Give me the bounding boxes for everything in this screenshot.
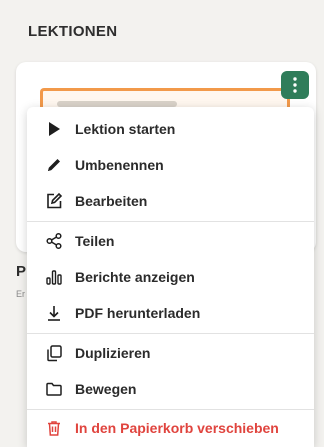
share-icon — [45, 232, 63, 250]
menu-item-move[interactable]: Bewegen — [27, 371, 314, 407]
trash-icon — [45, 419, 63, 437]
background-card-title: P — [16, 263, 27, 280]
menu-item-label: Umbenennen — [75, 157, 164, 173]
menu-divider — [27, 333, 314, 334]
menu-divider — [27, 221, 314, 222]
bar-chart-icon — [45, 268, 63, 286]
menu-item-label: Bewegen — [75, 381, 137, 397]
kebab-icon — [293, 77, 297, 93]
play-icon — [45, 120, 63, 138]
menu-item-view-reports[interactable]: Berichte anzeigen — [27, 259, 314, 295]
context-menu: Lektion starten Umbenennen Bearbeiten Te… — [27, 107, 314, 447]
menu-item-start-lesson[interactable]: Lektion starten — [27, 111, 314, 147]
pencil-icon — [45, 156, 63, 174]
menu-item-label: Bearbeiten — [75, 193, 148, 209]
menu-item-label: Teilen — [75, 233, 115, 249]
duplicate-icon — [45, 344, 63, 362]
menu-item-edit[interactable]: Bearbeiten — [27, 183, 314, 219]
menu-item-label: Duplizieren — [75, 345, 151, 361]
download-icon — [45, 304, 63, 322]
menu-item-share[interactable]: Teilen — [27, 223, 314, 259]
menu-item-move-to-trash[interactable]: In den Papierkorb verschieben — [27, 410, 314, 446]
menu-item-label: In den Papierkorb verschieben — [75, 420, 279, 436]
section-title: LEKTIONEN — [28, 23, 118, 40]
menu-item-download-pdf[interactable]: PDF herunterladen — [27, 295, 314, 331]
more-options-button[interactable] — [281, 71, 309, 99]
menu-item-label: Berichte anzeigen — [75, 269, 195, 285]
menu-item-rename[interactable]: Umbenennen — [27, 147, 314, 183]
menu-item-label: Lektion starten — [75, 121, 176, 137]
background-card-subtitle: Er — [16, 289, 25, 299]
menu-item-label: PDF herunterladen — [75, 305, 201, 321]
edit-icon — [45, 192, 63, 210]
folder-icon — [45, 380, 63, 398]
menu-item-duplicate[interactable]: Duplizieren — [27, 335, 314, 371]
